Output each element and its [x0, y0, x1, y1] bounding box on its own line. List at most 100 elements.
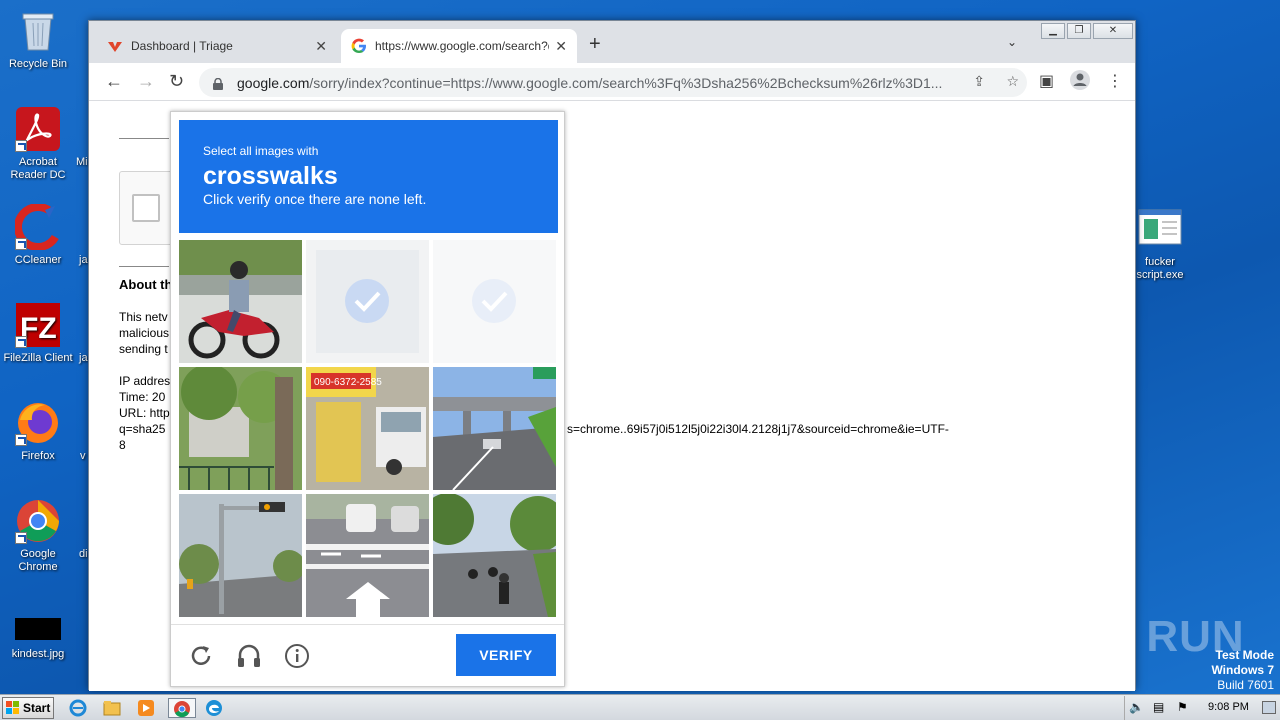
tab-close-icon[interactable]: ✕	[555, 38, 567, 55]
action-center-flag-icon[interactable]: ⚑	[1177, 700, 1188, 714]
recycle-bin-icon	[15, 8, 61, 54]
url-path: /sorry/index?continue=https://www.google…	[309, 74, 943, 91]
kebab-menu-icon[interactable]: ⋮	[1107, 71, 1123, 91]
clock[interactable]: 9:08 PM	[1208, 701, 1249, 713]
recaptcha-checkbox[interactable]	[132, 194, 160, 222]
close-window-icon[interactable]: ✕	[1093, 23, 1133, 39]
desktop-icon-firefox[interactable]: Firefox	[0, 400, 76, 463]
divider	[119, 266, 169, 267]
desktop-partial-label: Mi	[76, 156, 88, 168]
browser-toolbar: ← → ↻ google.com/sorry/index?continue=ht…	[89, 63, 1135, 101]
tab-google-search[interactable]: https://www.google.com/search?q= ✕	[341, 29, 577, 63]
verify-button[interactable]: VERIFY	[456, 634, 556, 676]
info-icon[interactable]	[284, 643, 310, 669]
tile-sign-text: 090-6372-2585	[314, 377, 382, 388]
challenge-footer: VERIFY	[171, 624, 564, 688]
new-tab-button[interactable]: +	[589, 33, 601, 56]
google-favicon-icon	[351, 38, 367, 54]
desktop-icon-label: Firefox	[21, 450, 55, 462]
side-panel-icon[interactable]: ▣	[1039, 71, 1054, 91]
chrome-taskbar-icon[interactable]	[168, 698, 196, 718]
challenge-tile[interactable]: 090-6372-2585	[306, 367, 429, 490]
challenge-tile-selected[interactable]	[433, 240, 556, 363]
tab-close-icon[interactable]: ✕	[315, 38, 327, 55]
url-label: URL: http	[119, 406, 170, 420]
desktop-icon-label: Acrobat Reader DC	[10, 156, 66, 181]
show-desktop-icon[interactable]	[1262, 701, 1276, 714]
build-line: Build 7601	[1217, 678, 1274, 692]
desktop-icon-recycle-bin[interactable]: Recycle Bin	[0, 8, 76, 71]
url-tail: s=chrome..69i57j0i512l5j0i22i30l4.2128j1…	[567, 422, 949, 436]
tab-search-chevron-icon[interactable]: ⌄	[1007, 35, 1017, 49]
profile-avatar-icon[interactable]	[1069, 69, 1091, 96]
share-icon[interactable]: ⇪	[973, 73, 985, 90]
challenge-header: Select all images with crosswalks Click …	[179, 120, 558, 233]
network-icon[interactable]: ▤	[1153, 700, 1164, 714]
tab-strip: Dashboard | Triage ✕ https://www.google.…	[89, 21, 1135, 63]
forward-arrow-icon[interactable]: →	[137, 71, 155, 92]
tab-dashboard-triage[interactable]: Dashboard | Triage ✕	[97, 29, 337, 63]
tab-title: Dashboard | Triage	[131, 39, 233, 53]
desktop-icon-label: CCleaner	[14, 254, 62, 266]
system-tray: 🔈 ▤ ⚑	[1124, 696, 1280, 720]
triage-favicon-icon	[107, 38, 123, 54]
challenge-image-grid: 090-6372-2585	[179, 240, 558, 618]
para-line: sending t	[119, 342, 168, 356]
address-bar[interactable]: google.com/sorry/index?continue=https://…	[199, 68, 1027, 97]
start-label: Start	[23, 701, 51, 715]
reload-challenge-icon[interactable]	[188, 643, 214, 669]
restore-icon[interactable]: ❐	[1067, 23, 1091, 39]
window-controls: ▁ ❐ ✕	[1039, 23, 1133, 39]
windows-version-line: Windows 7	[1211, 663, 1274, 677]
challenge-target: crosswalks	[203, 162, 338, 190]
back-arrow-icon[interactable]: ←	[105, 71, 123, 92]
volume-icon[interactable]: 🔈	[1129, 700, 1144, 714]
challenge-tile[interactable]	[306, 494, 429, 617]
taskbar: Start 🔈 ▤ ⚑ 9:08 PM	[0, 694, 1280, 720]
internet-explorer-icon[interactable]	[68, 698, 92, 718]
edge-icon[interactable]	[204, 698, 228, 718]
url-text: google.com/sorry/index?continue=https://…	[237, 75, 955, 91]
file-explorer-icon[interactable]	[102, 698, 126, 718]
lock-icon	[213, 77, 223, 90]
desktop-icon-ccleaner[interactable]: CCleaner	[0, 203, 76, 267]
challenge-tile[interactable]	[179, 494, 302, 617]
desktop-icon-acrobat[interactable]: Acrobat Reader DC	[0, 106, 76, 182]
challenge-tile[interactable]	[179, 367, 302, 490]
desktop-icon-label: Google Chrome	[18, 548, 58, 573]
media-player-icon[interactable]	[136, 698, 160, 718]
time-label: Time: 20	[119, 390, 166, 404]
challenge-tile[interactable]	[433, 494, 556, 617]
instruction-sub: Click verify once there are none left.	[203, 191, 427, 207]
challenge-tile[interactable]	[433, 367, 556, 490]
desktop-partial-label: ja	[79, 352, 88, 364]
reload-icon[interactable]: ↻	[169, 71, 184, 92]
bookmark-star-icon[interactable]: ☆	[1006, 73, 1019, 90]
filezilla-icon: FZ	[15, 302, 61, 348]
audio-challenge-headphones-icon[interactable]	[236, 643, 262, 669]
desktop-partial-label: v	[80, 450, 86, 462]
url-host: google.com	[237, 74, 310, 91]
challenge-tile[interactable]	[179, 240, 302, 363]
acrobat-icon	[15, 106, 61, 152]
test-mode-notice: Test Mode Windows 7 Build 7601	[1211, 648, 1274, 693]
firefox-icon	[15, 400, 61, 446]
start-button[interactable]: Start	[2, 697, 54, 719]
desktop-icon-kindest[interactable]: kindest.jpg	[0, 610, 76, 661]
minimize-icon[interactable]: ▁	[1041, 23, 1065, 39]
image-file-icon	[15, 610, 61, 644]
ip-address-label: IP addres	[119, 374, 171, 388]
challenge-tile-selected[interactable]	[306, 240, 429, 363]
desktop-icon-chrome[interactable]: Google Chrome	[0, 498, 76, 574]
instruction-small: Select all images with	[203, 144, 319, 158]
para-line: malicious	[119, 326, 170, 340]
about-heading: About th	[119, 277, 173, 292]
windows-logo-icon	[6, 701, 20, 715]
desktop-icon-filezilla[interactable]: FZ FileZilla Client	[0, 302, 76, 365]
desktop-icon-label: Recycle Bin	[8, 58, 68, 70]
desktop-partial-label: ja	[79, 254, 88, 266]
desktop-partial-label: di	[79, 548, 88, 560]
query-line: q=sha25	[119, 422, 166, 436]
tab-title: https://www.google.com/search?q=	[375, 39, 550, 53]
chrome-icon	[15, 498, 61, 544]
